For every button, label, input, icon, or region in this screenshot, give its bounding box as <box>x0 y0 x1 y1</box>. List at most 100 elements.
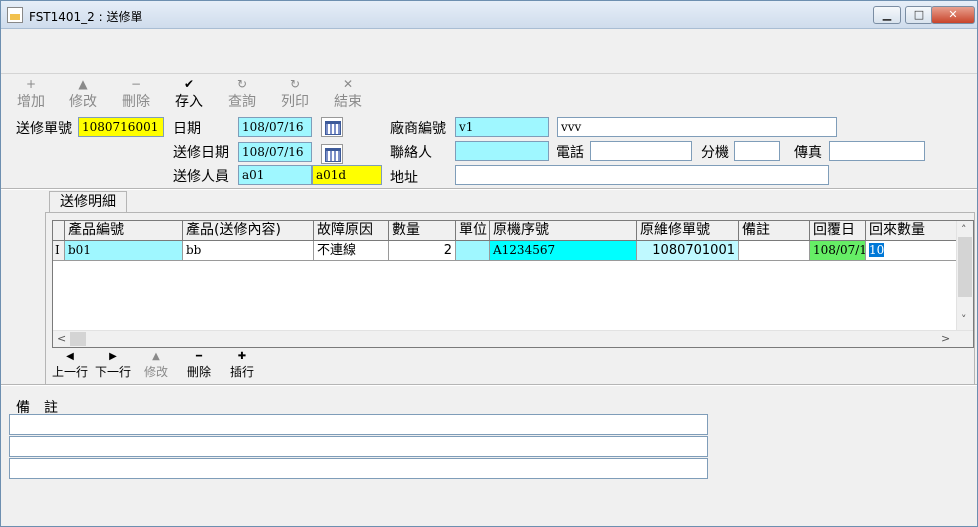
edit-row-button[interactable]: ▲ 修改 <box>136 351 176 380</box>
triangle-up-icon: ▲ <box>78 77 88 91</box>
contact-field[interactable] <box>455 141 549 161</box>
grid-nav-bar: ◀ 上一行 ▶ 下一行 ▲ 修改 ━ 刪除 ✚ 插行 <box>48 351 348 383</box>
minus-icon: − <box>130 77 142 91</box>
scroll-right-icon[interactable]: > <box>941 332 950 345</box>
insert-row-label: 插行 <box>229 365 254 379</box>
tab-detail[interactable]: 送修明細 <box>49 191 127 213</box>
product-code-cell[interactable]: b01 <box>65 241 183 261</box>
column-header[interactable]: 備註 <box>739 221 810 241</box>
exit-label: 結束 <box>334 94 362 110</box>
vendor-code-field[interactable]: v1 <box>455 117 549 137</box>
table-row[interactable]: I b01 bb 不連線 2 A1234567 1080701001 108/0… <box>53 241 957 261</box>
menu-area <box>1 30 977 74</box>
reply-date-cell[interactable]: 108/07/17 <box>810 241 866 261</box>
scroll-thumb[interactable] <box>70 332 86 346</box>
calendar-icon[interactable] <box>321 117 343 137</box>
delete-row-label: 刪除 <box>186 365 211 379</box>
scroll-up-icon[interactable]: ˄ <box>961 223 967 236</box>
save-label: 存入 <box>175 94 203 110</box>
minus-icon: ━ <box>195 351 203 362</box>
column-header[interactable]: 數量 <box>389 221 456 241</box>
fault-cell[interactable]: 不連線 <box>314 241 389 261</box>
remarks-line-1[interactable] <box>9 414 708 435</box>
close-icon: ✕ <box>342 77 354 91</box>
main-toolbar: + 增加 ▲ 修改 − 刪除 ✔ 存入 ↻ 查詢 ↻ 列印 ✕ 結束 <box>1 75 977 113</box>
phone-field[interactable] <box>590 141 692 161</box>
check-icon: ✔ <box>183 77 195 91</box>
column-header[interactable]: 回來數量 <box>866 221 957 241</box>
minimize-button[interactable]: ▁ <box>873 6 901 24</box>
column-header[interactable]: 原機序號 <box>490 221 637 241</box>
fax-label: 傳真 <box>794 145 822 161</box>
detail-grid[interactable]: 產品編號 產品(送修內容) 故障原因 數量 單位 原機序號 原維修單號 備註 回… <box>52 220 974 348</box>
delete-button[interactable]: − 刪除 <box>114 77 158 111</box>
app-icon <box>7 7 23 23</box>
column-header[interactable]: 故障原因 <box>314 221 389 241</box>
next-row-button[interactable]: ▶ 下一行 <box>93 351 133 380</box>
address-field[interactable] <box>455 165 829 185</box>
staff-name-field: a01d <box>312 165 382 185</box>
column-header[interactable]: 產品(送修內容) <box>183 221 314 241</box>
row-indicator: I <box>53 241 65 261</box>
horizontal-scrollbar[interactable]: < > <box>53 330 973 347</box>
scroll-left-icon[interactable]: < <box>57 332 66 345</box>
ext-label: 分機 <box>701 145 729 161</box>
maximize-button[interactable]: □ <box>905 6 933 24</box>
column-header[interactable]: 原維修單號 <box>637 221 739 241</box>
title-bar[interactable]: FST1401_2 : 送修單 ▁ □ ✕ <box>1 1 977 29</box>
plus-icon: ✚ <box>237 351 247 362</box>
scroll-down-icon[interactable]: ˅ <box>961 313 967 326</box>
query-button[interactable]: ↻ 查詢 <box>220 77 264 111</box>
insert-row-button[interactable]: ✚ 插行 <box>222 351 262 380</box>
delete-label: 刪除 <box>122 94 150 110</box>
qty-cell[interactable]: 2 <box>389 241 456 261</box>
column-header[interactable]: 單位 <box>456 221 490 241</box>
triangle-up-icon: ▲ <box>152 351 160 362</box>
product-name-cell[interactable]: bb <box>183 241 314 261</box>
return-qty-cell[interactable]: 10 <box>866 241 957 261</box>
remarks-line-2[interactable] <box>9 436 708 457</box>
fax-field[interactable] <box>829 141 925 161</box>
add-label: 增加 <box>17 94 45 110</box>
prev-row-button[interactable]: ◀ 上一行 <box>50 351 90 380</box>
note-cell[interactable] <box>739 241 810 261</box>
indicator-header <box>53 221 65 241</box>
order-no-label: 送修單號 <box>16 121 72 137</box>
exit-button[interactable]: ✕ 結束 <box>326 77 370 111</box>
detail-tab-panel: 產品編號 產品(送修內容) 故障原因 數量 單位 原機序號 原維修單號 備註 回… <box>45 212 975 385</box>
triangle-left-icon: ◀ <box>66 351 74 362</box>
order-no-field[interactable]: 1080716001 <box>78 117 164 137</box>
calendar-icon[interactable] <box>321 144 343 164</box>
plus-icon: + <box>25 77 37 91</box>
delete-row-button[interactable]: ━ 刪除 <box>179 351 219 380</box>
edit-button[interactable]: ▲ 修改 <box>61 77 105 111</box>
orig-repair-no-cell[interactable]: 1080701001 <box>637 241 739 261</box>
unit-cell[interactable] <box>456 241 490 261</box>
edit-label: 修改 <box>69 94 97 110</box>
query-label: 查詢 <box>228 94 256 110</box>
column-header[interactable]: 產品編號 <box>65 221 183 241</box>
close-button[interactable]: ✕ <box>931 6 975 24</box>
staff-label: 送修人員 <box>173 169 229 185</box>
remarks-line-3[interactable] <box>9 458 708 479</box>
column-header[interactable]: 回覆日 <box>810 221 866 241</box>
vendor-name-field[interactable]: vvv <box>557 117 837 137</box>
date-field[interactable]: 108/07/16 <box>238 117 312 137</box>
vertical-scrollbar[interactable]: ˄ ˅ <box>956 221 973 331</box>
scroll-thumb[interactable] <box>958 237 972 297</box>
refresh-icon: ↻ <box>289 77 301 91</box>
staff-code-field[interactable]: a01 <box>238 165 312 185</box>
vendor-label: 廠商編號 <box>390 121 446 137</box>
grid-header: 產品編號 產品(送修內容) 故障原因 數量 單位 原機序號 原維修單號 備註 回… <box>53 221 957 241</box>
serial-cell[interactable]: A1234567 <box>490 241 637 261</box>
triangle-right-icon: ▶ <box>109 351 117 362</box>
print-button[interactable]: ↻ 列印 <box>273 77 317 111</box>
contact-label: 聯絡人 <box>390 145 432 161</box>
return-qty-selected[interactable]: 10 <box>869 243 885 257</box>
add-button[interactable]: + 增加 <box>9 77 53 111</box>
ext-field[interactable] <box>734 141 780 161</box>
save-button[interactable]: ✔ 存入 <box>167 77 211 111</box>
send-date-field[interactable]: 108/07/16 <box>238 142 312 162</box>
prev-row-label: 上一行 <box>51 365 88 379</box>
next-row-label: 下一行 <box>94 365 131 379</box>
